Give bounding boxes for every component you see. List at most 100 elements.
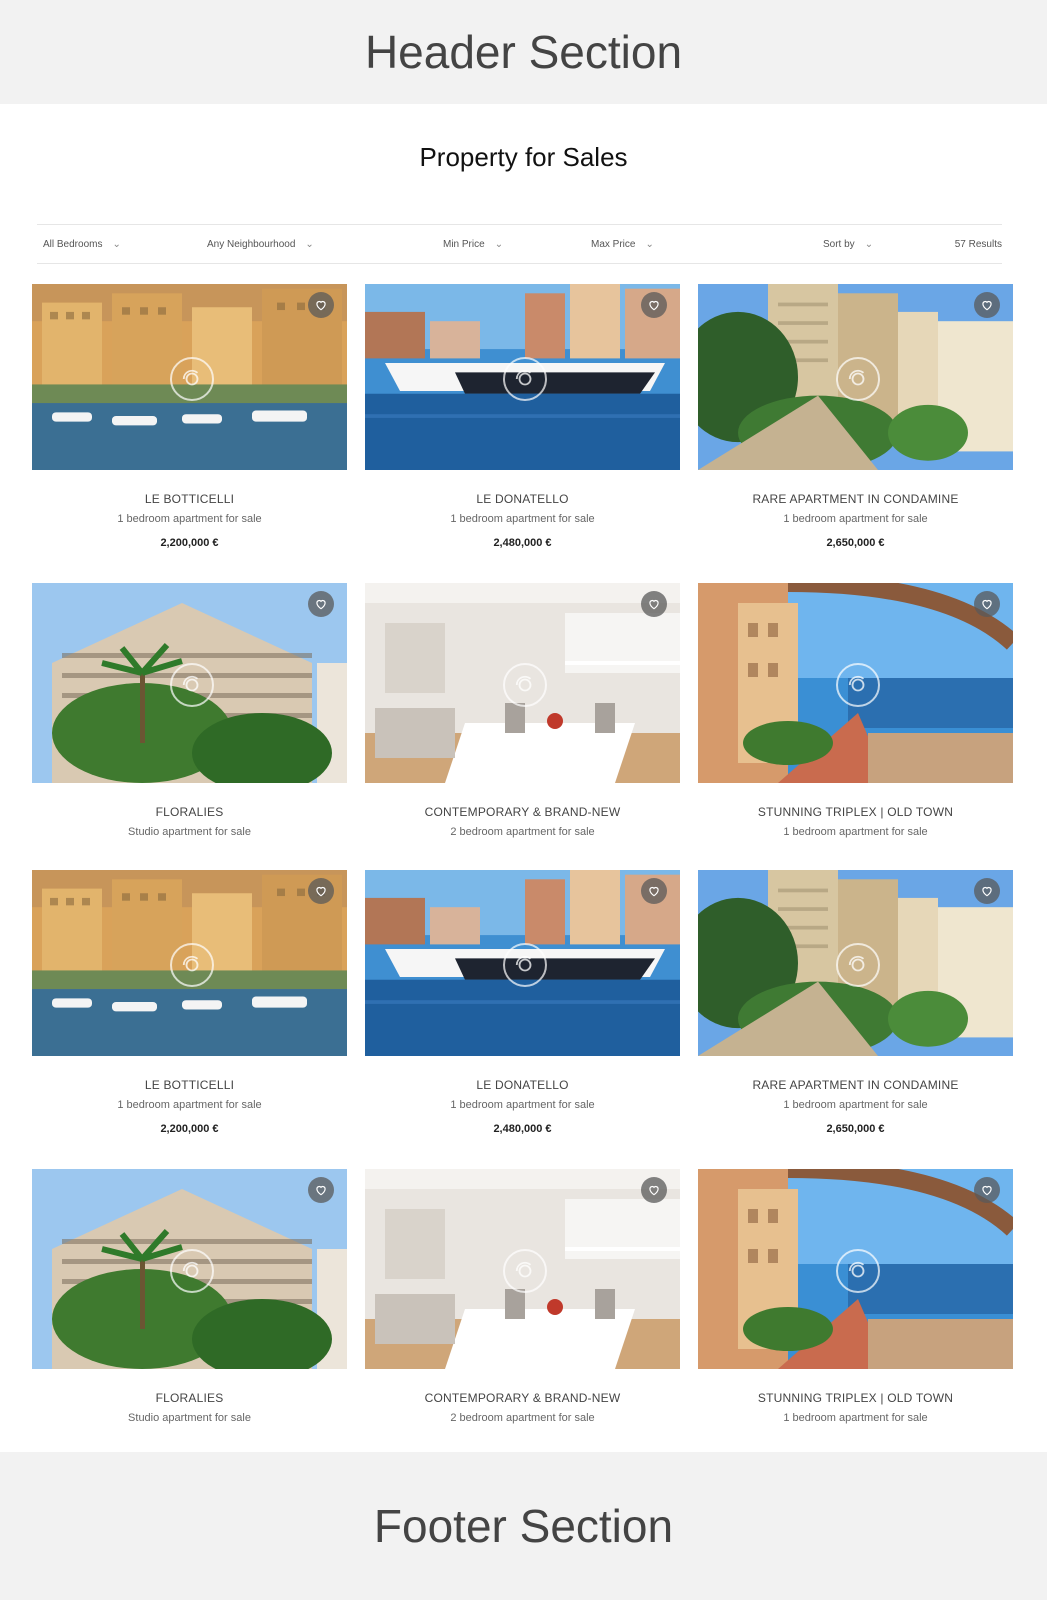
- view-360-icon: [502, 357, 547, 401]
- view-360-icon: [169, 1249, 214, 1293]
- property-image[interactable]: [698, 1169, 1013, 1369]
- property-price: 2,480,000 €: [493, 537, 552, 549]
- property-description: 1 bedroom apartment for sale: [783, 513, 928, 525]
- view-360-icon: [169, 357, 214, 401]
- bedrooms-filter-label: All Bedrooms: [43, 238, 103, 250]
- property-name[interactable]: RARE APARTMENT IN CONDAMINE: [698, 492, 1013, 506]
- max-price-filter[interactable]: Max Price ⌄: [591, 225, 654, 263]
- property-card[interactable]: RARE APARTMENT IN CONDAMINE 1 bedroom ap…: [698, 284, 1013, 549]
- view-360-icon: [169, 663, 214, 707]
- property-card[interactable]: LE DONATELLO 1 bedroom apartment for sal…: [365, 870, 680, 1135]
- property-price: 2,200,000 €: [160, 537, 219, 549]
- property-price: 2,200,000 €: [160, 1123, 219, 1135]
- header-section: Header Section: [0, 0, 1047, 104]
- chevron-down-icon: ⌄: [494, 238, 504, 250]
- view-360-icon: [502, 943, 547, 987]
- property-image[interactable]: [698, 870, 1013, 1056]
- view-360-icon: [502, 663, 547, 707]
- heart-icon[interactable]: [974, 878, 1000, 904]
- property-card[interactable]: LE BOTTICELLI 1 bedroom apartment for sa…: [32, 284, 347, 549]
- property-price: 2,480,000 €: [493, 1123, 552, 1135]
- footer-section: Footer Section: [0, 1452, 1047, 1600]
- property-name[interactable]: STUNNING TRIPLEX | OLD TOWN: [698, 1391, 1013, 1405]
- property-name[interactable]: RARE APARTMENT IN CONDAMINE: [698, 1078, 1013, 1092]
- property-description: 1 bedroom apartment for sale: [783, 826, 928, 838]
- property-description: 1 bedroom apartment for sale: [450, 513, 595, 525]
- filter-bar: All Bedrooms ⌄ Any Neighbourhood ⌄ Min P…: [37, 224, 1002, 264]
- property-price: 2,650,000 €: [826, 537, 885, 549]
- property-card[interactable]: CONTEMPORARY & BRAND-NEW 2 bedroom apart…: [365, 583, 680, 838]
- property-name[interactable]: STUNNING TRIPLEX | OLD TOWN: [698, 805, 1013, 819]
- property-card[interactable]: STUNNING TRIPLEX | OLD TOWN 1 bedroom ap…: [698, 1169, 1013, 1424]
- property-description: 2 bedroom apartment for sale: [450, 826, 595, 838]
- property-name[interactable]: CONTEMPORARY & BRAND-NEW: [365, 805, 680, 819]
- property-description: Studio apartment for sale: [128, 1412, 251, 1424]
- property-image[interactable]: [32, 1169, 347, 1369]
- chevron-down-icon: ⌄: [305, 238, 314, 250]
- max-price-filter-label: Max Price: [591, 238, 636, 250]
- header-title: Header Section: [364, 26, 683, 78]
- property-image[interactable]: [32, 583, 347, 783]
- sort-filter-label: Sort by: [823, 238, 855, 250]
- property-name[interactable]: LE DONATELLO: [365, 1078, 680, 1092]
- property-name[interactable]: LE BOTTICELLI: [32, 492, 347, 506]
- heart-icon[interactable]: [308, 878, 334, 904]
- property-card[interactable]: CONTEMPORARY & BRAND-NEW 2 bedroom apart…: [365, 1169, 680, 1424]
- heart-icon[interactable]: [641, 591, 667, 617]
- view-360-icon: [835, 1249, 880, 1293]
- property-image[interactable]: [32, 870, 347, 1056]
- property-card[interactable]: FLORALIES Studio apartment for sale: [32, 583, 347, 838]
- min-price-filter[interactable]: Min Price ⌄: [443, 225, 503, 263]
- property-card[interactable]: STUNNING TRIPLEX | OLD TOWN 1 bedroom ap…: [698, 583, 1013, 838]
- heart-icon[interactable]: [308, 591, 334, 617]
- property-description: 1 bedroom apartment for sale: [117, 513, 262, 525]
- property-description: 2 bedroom apartment for sale: [450, 1412, 595, 1424]
- property-image[interactable]: [365, 870, 680, 1056]
- property-description: Studio apartment for sale: [128, 826, 251, 838]
- neighbourhood-filter-label: Any Neighbourhood: [207, 238, 296, 250]
- property-image[interactable]: [698, 583, 1013, 783]
- heart-icon[interactable]: [974, 292, 1000, 318]
- bedrooms-filter[interactable]: All Bedrooms ⌄: [43, 225, 121, 263]
- heart-icon[interactable]: [974, 1177, 1000, 1203]
- heart-icon[interactable]: [308, 292, 334, 318]
- property-description: 1 bedroom apartment for sale: [783, 1099, 928, 1111]
- property-card[interactable]: RARE APARTMENT IN CONDAMINE 1 bedroom ap…: [698, 870, 1013, 1135]
- view-360-icon: [835, 357, 880, 401]
- heart-icon[interactable]: [641, 292, 667, 318]
- property-image[interactable]: [365, 284, 680, 470]
- property-name[interactable]: CONTEMPORARY & BRAND-NEW: [365, 1391, 680, 1405]
- property-image[interactable]: [365, 583, 680, 783]
- property-description: 1 bedroom apartment for sale: [450, 1099, 595, 1111]
- property-image[interactable]: [698, 284, 1013, 470]
- heart-icon[interactable]: [641, 878, 667, 904]
- view-360-icon: [835, 943, 880, 987]
- property-name[interactable]: FLORALIES: [32, 1391, 347, 1405]
- view-360-icon: [835, 663, 880, 707]
- property-name[interactable]: FLORALIES: [32, 805, 347, 819]
- heart-icon[interactable]: [641, 1177, 667, 1203]
- chevron-down-icon: ⌄: [645, 238, 654, 250]
- property-card[interactable]: FLORALIES Studio apartment for sale: [32, 1169, 347, 1424]
- property-card[interactable]: LE DONATELLO 1 bedroom apartment for sal…: [365, 284, 680, 549]
- property-description: 1 bedroom apartment for sale: [117, 1099, 262, 1111]
- property-image[interactable]: [32, 284, 347, 470]
- view-360-icon: [502, 1249, 547, 1293]
- min-price-filter-label: Min Price: [443, 238, 485, 250]
- heart-icon[interactable]: [308, 1177, 334, 1203]
- results-count: 57 Results: [954, 238, 1002, 250]
- heart-icon[interactable]: [974, 591, 1000, 617]
- view-360-icon: [169, 943, 214, 987]
- chevron-down-icon: ⌄: [112, 238, 121, 250]
- chevron-down-icon: ⌄: [864, 238, 874, 250]
- property-description: 1 bedroom apartment for sale: [783, 1412, 928, 1424]
- page-title: Property for Sales: [419, 142, 628, 172]
- property-image[interactable]: [365, 1169, 680, 1369]
- property-name[interactable]: LE BOTTICELLI: [32, 1078, 347, 1092]
- property-card[interactable]: LE BOTTICELLI 1 bedroom apartment for sa…: [32, 870, 347, 1135]
- property-price: 2,650,000 €: [826, 1123, 885, 1135]
- sort-filter[interactable]: Sort by ⌄: [823, 225, 873, 263]
- neighbourhood-filter[interactable]: Any Neighbourhood ⌄: [207, 225, 314, 263]
- property-name[interactable]: LE DONATELLO: [365, 492, 680, 506]
- footer-title: Footer Section: [373, 1500, 674, 1552]
